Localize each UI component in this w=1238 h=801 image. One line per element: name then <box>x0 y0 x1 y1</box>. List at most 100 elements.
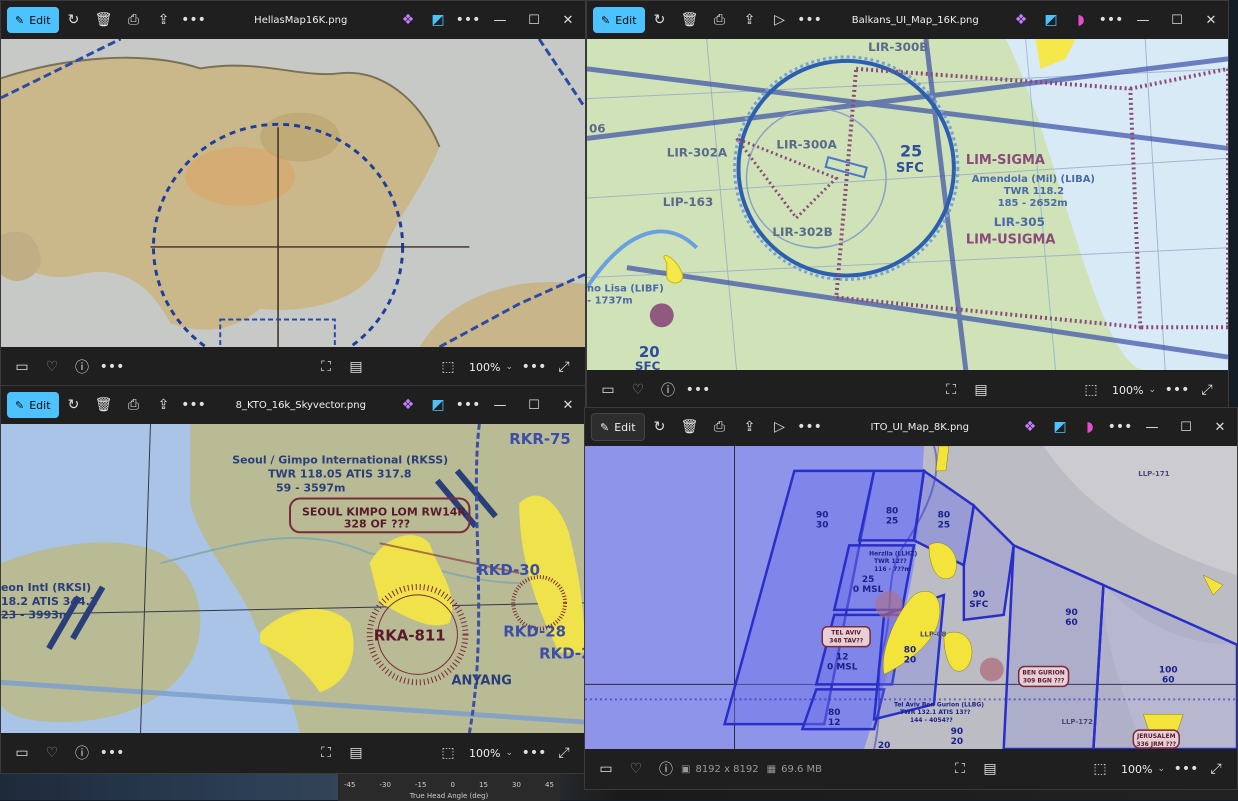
photos-window-ito[interactable]: ✎ Edit ↻ 🗑 ⎙ ⇪ ▷ ••• ITO_UI_Map_8K.png ❖ … <box>584 407 1238 790</box>
fullscreen-button[interactable]: ⤢ <box>1192 376 1222 404</box>
visual-search-button[interactable]: ⛶ <box>311 739 341 767</box>
slideshow-button[interactable]: ▷ <box>765 6 795 34</box>
filmstrip-button[interactable]: ▭ <box>7 739 37 767</box>
more-apps-button[interactable]: ••• <box>1105 413 1135 441</box>
info-button[interactable]: ⓘ <box>67 739 97 767</box>
more-button[interactable]: ••• <box>1162 376 1192 404</box>
copilot-button[interactable]: ❖ <box>393 6 423 34</box>
more-apps-button[interactable]: ••• <box>453 6 483 34</box>
copilot-button[interactable]: ❖ <box>393 391 423 419</box>
share-button[interactable]: ⇪ <box>735 413 765 441</box>
visual-search-button[interactable]: ⛶ <box>936 376 966 404</box>
close-button[interactable]: ✕ <box>551 6 585 34</box>
text-extract-button[interactable]: ▤ <box>341 739 371 767</box>
print-button[interactable]: ⎙ <box>705 413 735 441</box>
delete-button[interactable]: 🗑 <box>89 6 119 34</box>
more-apps-button[interactable]: ••• <box>1096 6 1126 34</box>
info-button[interactable]: ⓘ <box>653 376 683 404</box>
zoom-dropdown[interactable]: 100% ⌄ <box>463 741 519 765</box>
more-button[interactable]: ••• <box>795 413 825 441</box>
print-button[interactable]: ⎙ <box>705 6 735 34</box>
minimize-button[interactable]: — <box>1135 413 1169 441</box>
favorite-button[interactable]: ♡ <box>37 353 67 381</box>
maximize-button[interactable]: ☐ <box>517 391 551 419</box>
delete-button[interactable]: 🗑 <box>675 413 705 441</box>
edit-button[interactable]: ✎ Edit <box>593 7 645 33</box>
zoom-dropdown[interactable]: 100% ⌄ <box>1106 378 1162 402</box>
close-button[interactable]: ✕ <box>551 391 585 419</box>
zoom-dropdown[interactable]: 100% ⌄ <box>1115 757 1171 781</box>
favorite-button[interactable]: ♡ <box>37 739 67 767</box>
delete-button[interactable]: 🗑 <box>89 391 119 419</box>
maximize-button[interactable]: ☐ <box>1160 6 1194 34</box>
minimize-button[interactable]: — <box>483 6 517 34</box>
fullscreen-button[interactable]: ⤢ <box>549 353 579 381</box>
share-button[interactable]: ⇪ <box>735 6 765 34</box>
designer-button[interactable]: ◩ <box>1045 413 1075 441</box>
rotate-button[interactable]: ↻ <box>645 413 675 441</box>
more-button[interactable]: ••• <box>97 353 127 381</box>
more-button[interactable]: ••• <box>519 353 549 381</box>
image-canvas[interactable]: Seoul / Gimpo International (RKSS) TWR 1… <box>1 424 585 733</box>
share-button[interactable]: ⇪ <box>149 6 179 34</box>
edit-button[interactable]: ✎ Edit <box>7 7 59 33</box>
photos-window-balkans[interactable]: ✎ Edit ↻ 🗑 ⎙ ⇪ ▷ ••• Balkans_UI_Map_16K.p… <box>586 0 1229 411</box>
minimize-button[interactable]: — <box>1126 6 1160 34</box>
designer-button[interactable]: ◩ <box>423 6 453 34</box>
photos-window-hellas[interactable]: ✎ Edit ↻ 🗑 ⎙ ⇪ ••• HellasMap16K.png ❖ ◩ •… <box>0 0 586 388</box>
fit-window-button[interactable]: ⬚ <box>1085 755 1115 783</box>
more-button[interactable]: ••• <box>179 391 209 419</box>
more-apps-button[interactable]: ••• <box>453 391 483 419</box>
more-button[interactable]: ••• <box>97 739 127 767</box>
text-extract-button[interactable]: ▤ <box>975 755 1005 783</box>
designer-button[interactable]: ◩ <box>1036 6 1066 34</box>
clipchamp-button[interactable]: ◗ <box>1066 6 1096 34</box>
fit-window-button[interactable]: ⬚ <box>433 353 463 381</box>
photos-window-kto[interactable]: ✎ Edit ↻ 🗑 ⎙ ⇪ ••• 8_KTO_16k_Skyvector.pn… <box>0 385 586 774</box>
fullscreen-button[interactable]: ⤢ <box>549 739 579 767</box>
close-button[interactable]: ✕ <box>1203 413 1237 441</box>
text-extract-button[interactable]: ▤ <box>341 353 371 381</box>
filmstrip-button[interactable]: ▭ <box>591 755 621 783</box>
info-button[interactable]: ⓘ <box>67 353 97 381</box>
visual-search-button[interactable]: ⛶ <box>945 755 975 783</box>
more-button[interactable]: ••• <box>179 6 209 34</box>
text-extract-button[interactable]: ▤ <box>966 376 996 404</box>
delete-button[interactable]: 🗑 <box>675 6 705 34</box>
clipchamp-button[interactable]: ◗ <box>1075 413 1105 441</box>
rotate-button[interactable]: ↻ <box>645 6 675 34</box>
rotate-button[interactable]: ↻ <box>59 391 89 419</box>
altitude-label: 90 <box>1065 608 1077 618</box>
share-button[interactable]: ⇪ <box>149 391 179 419</box>
copilot-button[interactable]: ❖ <box>1006 6 1036 34</box>
more-button[interactable]: ••• <box>519 739 549 767</box>
copilot-button[interactable]: ❖ <box>1015 413 1045 441</box>
image-canvas[interactable]: LIR-300B LIR-300A LIR-302A LIR-302B LIP-… <box>587 39 1228 370</box>
maximize-button[interactable]: ☐ <box>1169 413 1203 441</box>
more-button[interactable]: ••• <box>795 6 825 34</box>
fullscreen-button[interactable]: ⤢ <box>1201 755 1231 783</box>
favorite-button[interactable]: ♡ <box>621 755 651 783</box>
edit-button[interactable]: ✎ Edit <box>591 413 645 441</box>
minimize-button[interactable]: — <box>483 391 517 419</box>
more-button[interactable]: ••• <box>683 376 713 404</box>
image-canvas[interactable] <box>1 39 585 347</box>
visual-search-button[interactable]: ⛶ <box>311 353 341 381</box>
favorite-button[interactable]: ♡ <box>623 376 653 404</box>
filmstrip-button[interactable]: ▭ <box>7 353 37 381</box>
designer-button[interactable]: ◩ <box>423 391 453 419</box>
zoom-dropdown[interactable]: 100% ⌄ <box>463 355 519 379</box>
info-button[interactable]: ⓘ <box>651 755 681 783</box>
filmstrip-button[interactable]: ▭ <box>593 376 623 404</box>
slideshow-button[interactable]: ▷ <box>765 413 795 441</box>
close-button[interactable]: ✕ <box>1194 6 1228 34</box>
maximize-button[interactable]: ☐ <box>517 6 551 34</box>
image-canvas[interactable]: 90 30 80 25 80 25 25 0 MSL 90 SFC 12 0 M… <box>585 446 1237 749</box>
fit-window-button[interactable]: ⬚ <box>433 739 463 767</box>
print-button[interactable]: ⎙ <box>119 391 149 419</box>
fit-window-button[interactable]: ⬚ <box>1076 376 1106 404</box>
edit-button[interactable]: ✎ Edit <box>7 392 59 418</box>
rotate-button[interactable]: ↻ <box>59 6 89 34</box>
print-button[interactable]: ⎙ <box>119 6 149 34</box>
more-button[interactable]: ••• <box>1171 755 1201 783</box>
